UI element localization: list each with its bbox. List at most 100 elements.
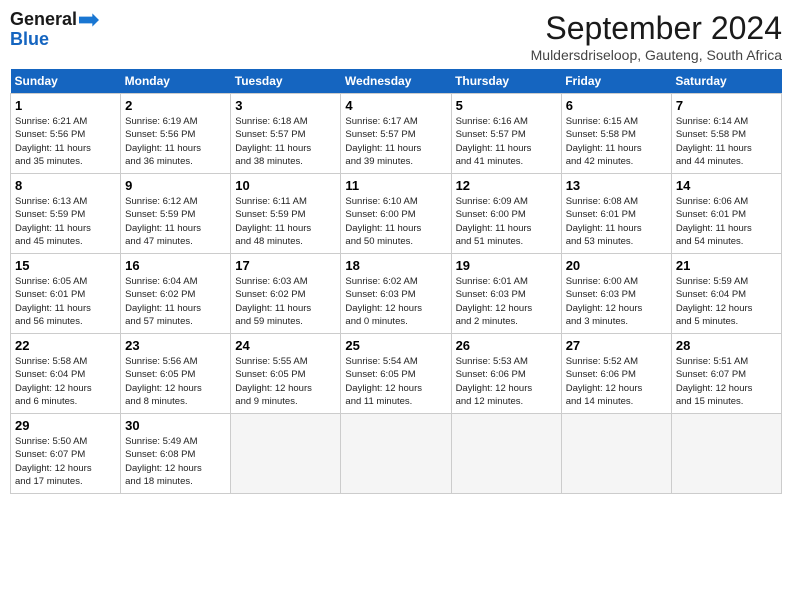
day-number: 21 <box>676 258 777 273</box>
day-info: Sunrise: 5:52 AMSunset: 6:06 PMDaylight:… <box>566 355 667 408</box>
logo-icon <box>79 13 99 27</box>
calendar-day-cell <box>341 414 451 494</box>
day-info: Sunrise: 5:49 AMSunset: 6:08 PMDaylight:… <box>125 435 226 488</box>
calendar-day-cell: 19 Sunrise: 6:01 AMSunset: 6:03 PMDayligh… <box>451 254 561 334</box>
day-info: Sunrise: 6:08 AMSunset: 6:01 PMDaylight:… <box>566 195 667 248</box>
day-number: 24 <box>235 338 336 353</box>
calendar-day-cell: 1 Sunrise: 6:21 AMSunset: 5:56 PMDaylight… <box>11 94 121 174</box>
day-number: 15 <box>15 258 116 273</box>
calendar-day-cell: 18 Sunrise: 6:02 AMSunset: 6:03 PMDayligh… <box>341 254 451 334</box>
calendar-week-row: 29 Sunrise: 5:50 AMSunset: 6:07 PMDayligh… <box>11 414 782 494</box>
calendar-day-cell: 21 Sunrise: 5:59 AMSunset: 6:04 PMDayligh… <box>671 254 781 334</box>
weekday-header: Thursday <box>451 69 561 94</box>
calendar-day-cell: 29 Sunrise: 5:50 AMSunset: 6:07 PMDayligh… <box>11 414 121 494</box>
day-number: 4 <box>345 98 446 113</box>
day-info: Sunrise: 5:58 AMSunset: 6:04 PMDaylight:… <box>15 355 116 408</box>
day-info: Sunrise: 6:13 AMSunset: 5:59 PMDaylight:… <box>15 195 116 248</box>
day-info: Sunrise: 5:51 AMSunset: 6:07 PMDaylight:… <box>676 355 777 408</box>
day-number: 9 <box>125 178 226 193</box>
calendar-day-cell: 16 Sunrise: 6:04 AMSunset: 6:02 PMDayligh… <box>121 254 231 334</box>
logo: General Blue <box>10 10 99 50</box>
day-info: Sunrise: 6:05 AMSunset: 6:01 PMDaylight:… <box>15 275 116 328</box>
day-number: 22 <box>15 338 116 353</box>
calendar-day-cell: 2Sunrise: 6:19 AMSunset: 5:56 PMDaylight… <box>121 94 231 174</box>
day-number: 25 <box>345 338 446 353</box>
calendar-day-cell: 15 Sunrise: 6:05 AMSunset: 6:01 PMDayligh… <box>11 254 121 334</box>
day-info: Sunrise: 6:17 AMSunset: 5:57 PMDaylight:… <box>345 115 446 168</box>
calendar-day-cell: 23 Sunrise: 5:56 AMSunset: 6:05 PMDayligh… <box>121 334 231 414</box>
calendar-day-cell: 20 Sunrise: 6:00 AMSunset: 6:03 PMDayligh… <box>561 254 671 334</box>
calendar-week-row: 22 Sunrise: 5:58 AMSunset: 6:04 PMDayligh… <box>11 334 782 414</box>
day-number: 13 <box>566 178 667 193</box>
location: Muldersdriseloop, Gauteng, South Africa <box>531 47 782 63</box>
calendar-day-cell: 17 Sunrise: 6:03 AMSunset: 6:02 PMDayligh… <box>231 254 341 334</box>
day-number: 17 <box>235 258 336 273</box>
calendar-week-row: 8Sunrise: 6:13 AMSunset: 5:59 PMDaylight… <box>11 174 782 254</box>
calendar-day-cell: 24Sunrise: 5:55 AMSunset: 6:05 PMDayligh… <box>231 334 341 414</box>
weekday-header: Tuesday <box>231 69 341 94</box>
day-info: Sunrise: 5:50 AMSunset: 6:07 PMDaylight:… <box>15 435 116 488</box>
calendar-day-cell: 25 Sunrise: 5:54 AMSunset: 6:05 PMDayligh… <box>341 334 451 414</box>
day-number: 20 <box>566 258 667 273</box>
day-number: 26 <box>456 338 557 353</box>
day-info: Sunrise: 6:00 AMSunset: 6:03 PMDaylight:… <box>566 275 667 328</box>
day-info: Sunrise: 6:14 AMSunset: 5:58 PMDaylight:… <box>676 115 777 168</box>
day-number: 1 <box>15 98 116 113</box>
calendar-day-cell: 28 Sunrise: 5:51 AMSunset: 6:07 PMDayligh… <box>671 334 781 414</box>
calendar-day-cell: 10 Sunrise: 6:11 AMSunset: 5:59 PMDayligh… <box>231 174 341 254</box>
day-number: 30 <box>125 418 226 433</box>
day-info: Sunrise: 5:53 AMSunset: 6:06 PMDaylight:… <box>456 355 557 408</box>
day-info: Sunrise: 6:06 AMSunset: 6:01 PMDaylight:… <box>676 195 777 248</box>
day-info: Sunrise: 5:59 AMSunset: 6:04 PMDaylight:… <box>676 275 777 328</box>
day-info: Sunrise: 6:21 AMSunset: 5:56 PMDaylight:… <box>15 115 116 168</box>
calendar-day-cell: 8Sunrise: 6:13 AMSunset: 5:59 PMDaylight… <box>11 174 121 254</box>
calendar-day-cell: 13 Sunrise: 6:08 AMSunset: 6:01 PMDayligh… <box>561 174 671 254</box>
day-number: 5 <box>456 98 557 113</box>
calendar-day-cell: 11Sunrise: 6:10 AMSunset: 6:00 PMDayligh… <box>341 174 451 254</box>
weekday-header: Wednesday <box>341 69 451 94</box>
day-number: 18 <box>345 258 446 273</box>
day-info: Sunrise: 6:03 AMSunset: 6:02 PMDaylight:… <box>235 275 336 328</box>
logo-text-blue: Blue <box>10 30 49 50</box>
calendar-day-cell <box>561 414 671 494</box>
calendar-day-cell: 22 Sunrise: 5:58 AMSunset: 6:04 PMDayligh… <box>11 334 121 414</box>
day-number: 12 <box>456 178 557 193</box>
day-number: 16 <box>125 258 226 273</box>
day-info: Sunrise: 6:15 AMSunset: 5:58 PMDaylight:… <box>566 115 667 168</box>
day-info: Sunrise: 6:01 AMSunset: 6:03 PMDaylight:… <box>456 275 557 328</box>
day-number: 28 <box>676 338 777 353</box>
day-info: Sunrise: 6:09 AMSunset: 6:00 PMDaylight:… <box>456 195 557 248</box>
day-info: Sunrise: 6:12 AMSunset: 5:59 PMDaylight:… <box>125 195 226 248</box>
day-number: 23 <box>125 338 226 353</box>
day-number: 29 <box>15 418 116 433</box>
weekday-header: Saturday <box>671 69 781 94</box>
weekday-header-row: SundayMondayTuesdayWednesdayThursdayFrid… <box>11 69 782 94</box>
weekday-header: Monday <box>121 69 231 94</box>
day-info: Sunrise: 6:11 AMSunset: 5:59 PMDaylight:… <box>235 195 336 248</box>
calendar-day-cell: 5Sunrise: 6:16 AMSunset: 5:57 PMDaylight… <box>451 94 561 174</box>
weekday-header: Sunday <box>11 69 121 94</box>
calendar-day-cell: 7Sunrise: 6:14 AMSunset: 5:58 PMDaylight… <box>671 94 781 174</box>
day-number: 14 <box>676 178 777 193</box>
day-info: Sunrise: 5:54 AMSunset: 6:05 PMDaylight:… <box>345 355 446 408</box>
calendar-day-cell: 27Sunrise: 5:52 AMSunset: 6:06 PMDayligh… <box>561 334 671 414</box>
month-title: September 2024 <box>531 10 782 47</box>
day-number: 19 <box>456 258 557 273</box>
day-info: Sunrise: 6:18 AMSunset: 5:57 PMDaylight:… <box>235 115 336 168</box>
calendar-day-cell: 30 Sunrise: 5:49 AMSunset: 6:08 PMDayligh… <box>121 414 231 494</box>
day-info: Sunrise: 6:10 AMSunset: 6:00 PMDaylight:… <box>345 195 446 248</box>
calendar-table: SundayMondayTuesdayWednesdayThursdayFrid… <box>10 69 782 494</box>
day-info: Sunrise: 6:02 AMSunset: 6:03 PMDaylight:… <box>345 275 446 328</box>
logo-text-general: General <box>10 10 77 30</box>
calendar-day-cell <box>451 414 561 494</box>
calendar-day-cell: 3 Sunrise: 6:18 AMSunset: 5:57 PMDaylight… <box>231 94 341 174</box>
day-info: Sunrise: 5:56 AMSunset: 6:05 PMDaylight:… <box>125 355 226 408</box>
day-number: 2 <box>125 98 226 113</box>
day-number: 6 <box>566 98 667 113</box>
day-number: 10 <box>235 178 336 193</box>
calendar-day-cell: 14 Sunrise: 6:06 AMSunset: 6:01 PMDayligh… <box>671 174 781 254</box>
day-info: Sunrise: 6:04 AMSunset: 6:02 PMDaylight:… <box>125 275 226 328</box>
weekday-header: Friday <box>561 69 671 94</box>
day-number: 3 <box>235 98 336 113</box>
calendar-day-cell: 26 Sunrise: 5:53 AMSunset: 6:06 PMDayligh… <box>451 334 561 414</box>
